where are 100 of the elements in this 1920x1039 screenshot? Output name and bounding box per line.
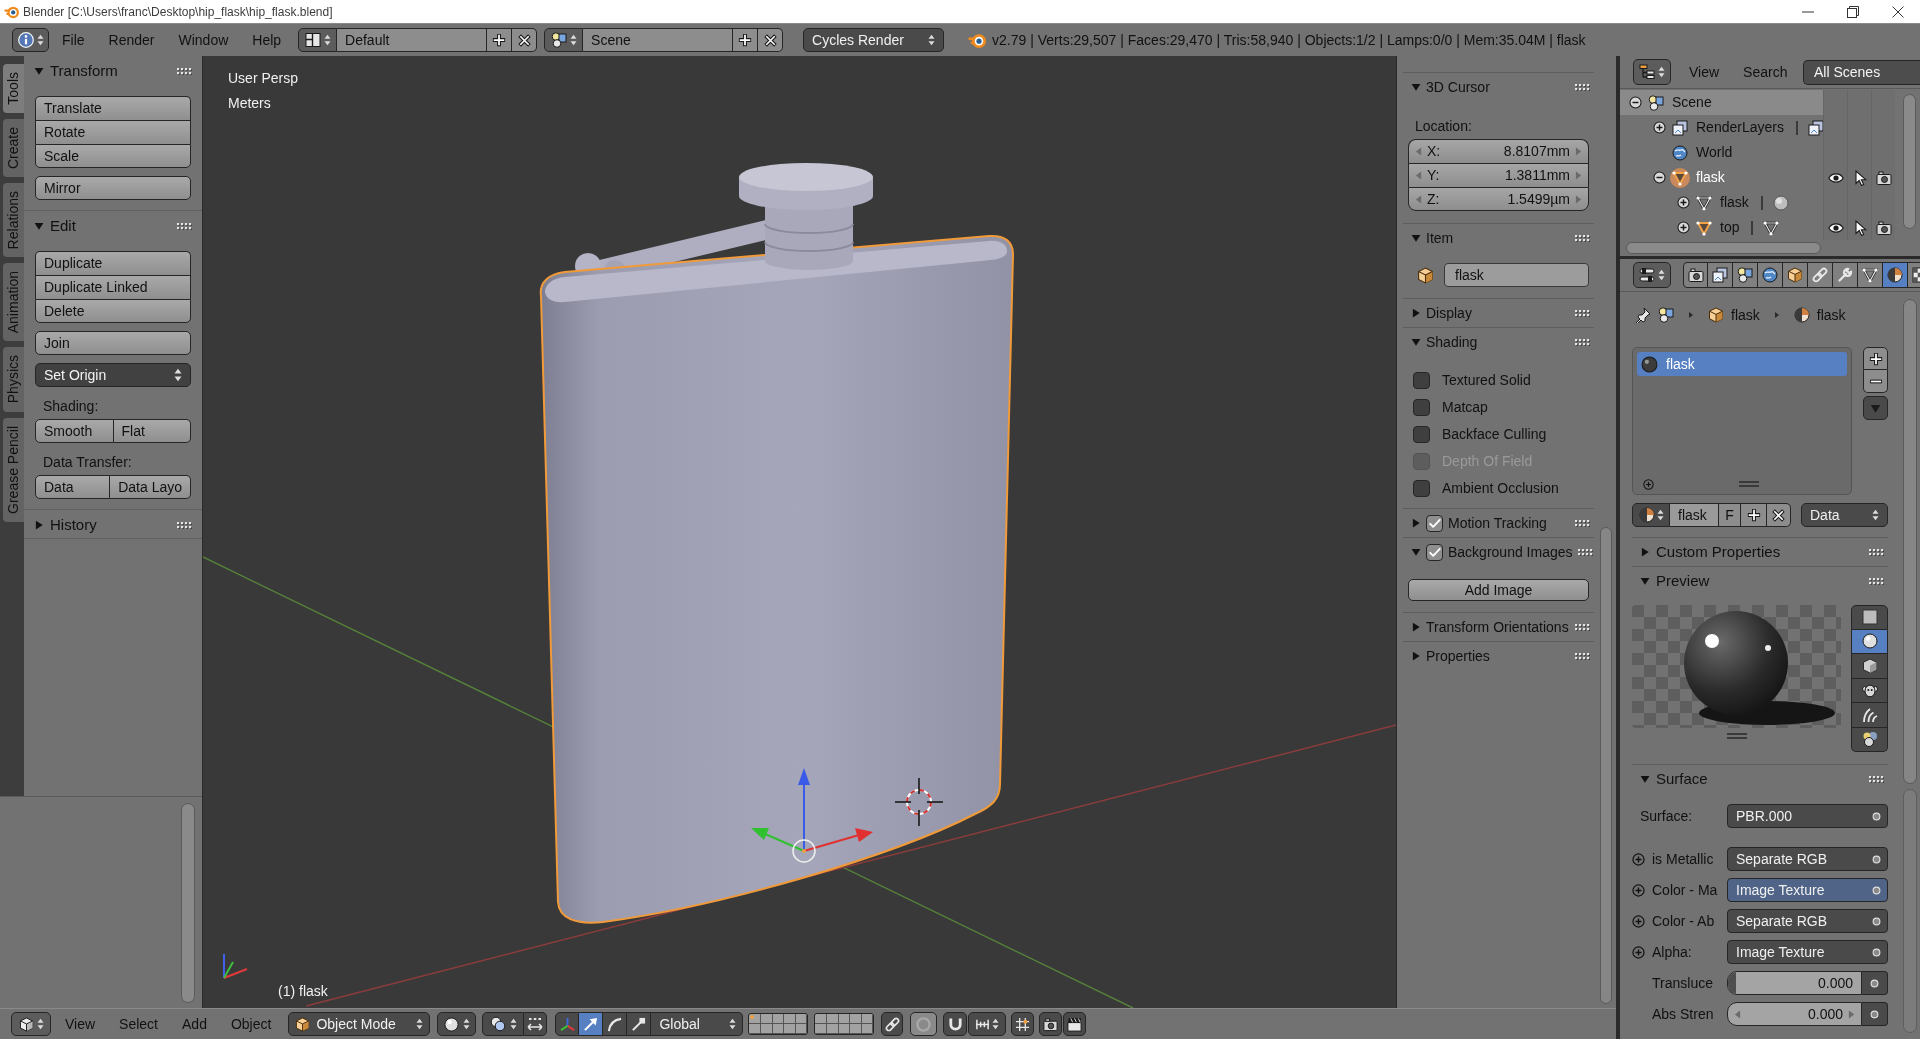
scrollbar[interactable]: [181, 803, 195, 1003]
scrollbar[interactable]: [1903, 94, 1916, 229]
properties-tab[interactable]: [1883, 262, 1908, 288]
render-button[interactable]: [1039, 1012, 1063, 1036]
tree-item-label[interactable]: top: [1720, 217, 1740, 238]
menu-item[interactable]: File: [50, 28, 97, 52]
tree-item-label[interactable]: Scene: [1672, 92, 1712, 113]
resize-grip-icon[interactable]: [1726, 733, 1747, 739]
socket-button[interactable]: [1862, 971, 1888, 995]
panel-title[interactable]: Transform Orientations: [1426, 616, 1569, 638]
triangle-right-icon[interactable]: [1640, 547, 1650, 557]
triangle-right-icon[interactable]: [1411, 622, 1421, 632]
tool-button[interactable]: Duplicate Linked: [35, 275, 191, 299]
add-button[interactable]: [733, 28, 759, 52]
tree-item-label[interactable]: RenderLayers: [1696, 117, 1784, 138]
triangle-down-icon[interactable]: [1640, 576, 1650, 586]
layer-button[interactable]: [749, 1024, 761, 1034]
menu-item[interactable]: Object: [218, 1012, 284, 1036]
tool-button[interactable]: Duplicate: [35, 251, 191, 275]
properties-tab[interactable]: [1733, 262, 1758, 288]
tool-button[interactable]: Join: [35, 331, 191, 355]
panel-title[interactable]: Background Images: [1448, 541, 1573, 563]
browse-button[interactable]: [544, 28, 584, 52]
checkbox[interactable]: [1413, 372, 1430, 389]
tree-row[interactable]: Scene: [1620, 90, 1823, 115]
layer-button[interactable]: [795, 1014, 808, 1024]
layer-button[interactable]: [795, 1024, 808, 1034]
manipulator-button[interactable]: [603, 1012, 628, 1036]
properties-tab[interactable]: [1833, 262, 1858, 288]
delete-button[interactable]: [512, 28, 538, 52]
layer-button[interactable]: [761, 1014, 773, 1024]
layer-button[interactable]: [815, 1024, 827, 1034]
input-link-dropdown[interactable]: Separate RGB: [1727, 909, 1888, 933]
tool-button[interactable]: Mirror: [35, 176, 191, 200]
triangle-right-icon[interactable]: [1411, 518, 1421, 528]
triangle-right-icon[interactable]: [34, 520, 44, 530]
panel-title[interactable]: 3D Cursor: [1426, 76, 1490, 98]
properties-tab[interactable]: [1858, 262, 1883, 288]
tree-item-label[interactable]: World: [1696, 142, 1733, 163]
properties-tab[interactable]: [1683, 262, 1708, 288]
plus-circle-icon[interactable]: [1643, 478, 1654, 490]
properties-tab[interactable]: [1808, 262, 1833, 288]
new-material-button[interactable]: [1741, 503, 1767, 527]
tool-shelf-tab[interactable]: Physics: [3, 347, 24, 412]
layer-button[interactable]: [784, 1014, 796, 1024]
mode-dropdown[interactable]: Object Mode: [288, 1012, 431, 1036]
menu-item[interactable]: Add: [170, 1012, 219, 1036]
manipulator-toggle[interactable]: [524, 1012, 548, 1036]
circle-plus-icon[interactable]: [1676, 196, 1690, 209]
proportional-edit-button[interactable]: [910, 1012, 938, 1036]
remove-slot-button[interactable]: [1863, 370, 1888, 393]
panel-title[interactable]: Item: [1426, 227, 1454, 249]
menu-item[interactable]: Search: [1731, 60, 1800, 84]
triangle-down-icon[interactable]: [1411, 233, 1421, 243]
fake-user-button[interactable]: F: [1719, 503, 1741, 527]
material-browse-button[interactable]: [1632, 503, 1670, 527]
triangle-right-icon[interactable]: [1411, 651, 1421, 661]
editor-type-button[interactable]: [11, 1012, 51, 1036]
browse-button[interactable]: [298, 28, 338, 52]
circle-minus-icon[interactable]: [1652, 171, 1666, 184]
camera-icon[interactable]: [1875, 219, 1892, 236]
layer-button[interactable]: [784, 1024, 796, 1034]
preview-shape-button[interactable]: [1851, 629, 1888, 654]
panel-title[interactable]: Motion Tracking: [1448, 512, 1547, 534]
panel-title[interactable]: Preview: [1656, 569, 1710, 593]
tool-button[interactable]: Delete: [35, 299, 191, 323]
pin-icon[interactable]: [1635, 307, 1651, 323]
render-engine-dropdown[interactable]: Cycles Render: [803, 28, 945, 52]
circle-minus-icon[interactable]: [1628, 96, 1642, 109]
menu-item[interactable]: View: [1677, 60, 1732, 84]
add-button[interactable]: [487, 28, 513, 52]
orientation-dropdown[interactable]: Global: [651, 1012, 744, 1036]
layer-button[interactable]: [827, 1014, 839, 1024]
input-link-dropdown[interactable]: Separate RGB: [1727, 847, 1888, 871]
material-name-field[interactable]: flask: [1670, 503, 1719, 527]
triangle-down-icon[interactable]: [34, 221, 44, 231]
plus-circle-icon[interactable]: [1632, 852, 1645, 866]
add-slot-button[interactable]: [1863, 347, 1888, 370]
checkbox[interactable]: [1413, 426, 1430, 443]
snap-button[interactable]: [943, 1012, 968, 1036]
delete-button[interactable]: [758, 28, 784, 52]
close-icon[interactable]: [1891, 5, 1904, 18]
panel-title[interactable]: Edit: [50, 214, 76, 238]
properties-tab[interactable]: [1708, 262, 1733, 288]
tool-button[interactable]: Data: [35, 475, 111, 499]
minimize-icon[interactable]: [1801, 10, 1814, 13]
editor-type-button[interactable]: [12, 28, 49, 52]
tool-shelf-tab[interactable]: Animation: [3, 263, 24, 342]
tool-button[interactable]: Translate: [35, 96, 191, 120]
layer-button[interactable]: [761, 1024, 773, 1034]
tool-button[interactable]: Scale: [35, 144, 191, 168]
circle-plus-icon[interactable]: [1676, 221, 1690, 234]
shader-dropdown[interactable]: PBR.000: [1727, 804, 1888, 828]
properties-tab[interactable]: [1758, 262, 1783, 288]
layout-name-field[interactable]: Default: [337, 28, 488, 52]
tool-shelf-tab[interactable]: Create: [3, 118, 24, 177]
tool-shelf-tab[interactable]: Tools: [3, 64, 24, 113]
preview-shape-button[interactable]: [1851, 654, 1888, 679]
layer-button[interactable]: [838, 1024, 851, 1034]
slider[interactable]: 0.000: [1727, 971, 1862, 995]
